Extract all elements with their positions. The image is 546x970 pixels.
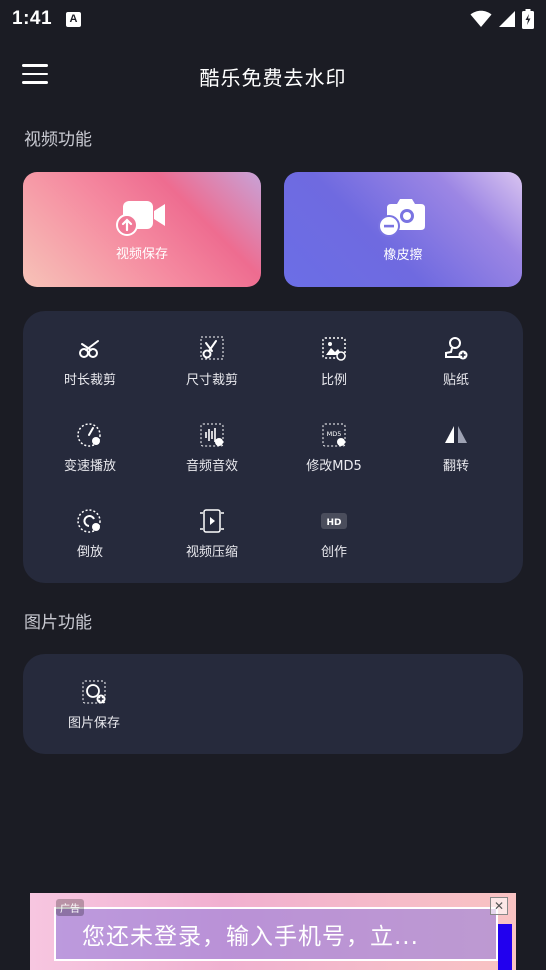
size-scissors-icon	[200, 336, 224, 360]
video-section-title: 视频功能	[24, 130, 92, 150]
video-save-card[interactable]: 视频保存	[23, 172, 261, 287]
tool-speed[interactable]: 变速播放	[35, 421, 145, 491]
flip-icon	[445, 426, 467, 443]
tool-label: 音频音效	[185, 459, 238, 474]
eraser-card[interactable]: 橡皮擦	[284, 172, 522, 287]
video-camera-upload-icon	[116, 201, 165, 236]
tool-sticker[interactable]: 贴纸	[401, 335, 511, 405]
image-save-icon	[82, 680, 106, 704]
wifi-icon	[470, 10, 492, 27]
ad-decoration	[498, 924, 512, 970]
tool-video-compress[interactable]: 视频压缩	[157, 507, 267, 577]
scissors-icon	[79, 340, 99, 358]
ad-text: 您还未登录，输入手机号，立...	[82, 924, 419, 950]
signal-icon	[499, 11, 515, 27]
tool-label: 倒放	[76, 545, 103, 560]
camera-minus-icon	[378, 199, 425, 237]
ad-banner[interactable]: 您还未登录，输入手机号，立... 广告 ✕	[30, 893, 516, 970]
svg-text:HD: HD	[326, 518, 341, 528]
tool-label: 修改MD5	[306, 459, 362, 474]
ad-content: 您还未登录，输入手机号，立...	[54, 907, 498, 961]
tool-label: 尺寸裁剪	[185, 373, 238, 388]
tool-reverse[interactable]: 倒放	[35, 507, 145, 577]
tool-duration-crop[interactable]: 时长裁剪	[35, 335, 145, 405]
svg-text:MD5: MD5	[327, 430, 342, 438]
image-tools-panel: 图片保存	[23, 654, 523, 754]
status-bar: 1:41 A	[0, 0, 546, 38]
eraser-label: 橡皮擦	[383, 248, 423, 263]
tool-flip[interactable]: 翻转	[401, 421, 511, 491]
video-compress-icon	[200, 509, 224, 533]
tool-label: 贴纸	[442, 373, 469, 388]
speed-gauge-icon	[77, 423, 101, 447]
close-icon[interactable]: ✕	[490, 897, 508, 915]
tool-md5[interactable]: MD5 修改MD5	[279, 421, 389, 491]
image-ratio-icon	[322, 337, 346, 361]
status-icons	[470, 9, 534, 29]
notification-icon: A	[66, 11, 82, 27]
tool-ratio[interactable]: 比例	[279, 335, 389, 405]
status-time: 1:41	[12, 8, 53, 29]
page-title: 酷乐免费去水印	[199, 66, 347, 90]
image-section-title: 图片功能	[24, 613, 92, 633]
ad-tag: 广告	[56, 899, 84, 916]
tool-label: 比例	[320, 373, 347, 388]
tool-label: 翻转	[442, 459, 469, 474]
video-tools-panel: 时长裁剪 尺寸裁剪 比例 贴纸 变速播放 音频音效 MD5 修改MD5 翻转 倒…	[23, 311, 523, 583]
tool-size-crop[interactable]: 尺寸裁剪	[157, 335, 267, 405]
tool-create[interactable]: HD 创作	[279, 507, 389, 577]
hd-icon: HD	[321, 513, 347, 529]
tool-label: 图片保存	[67, 716, 120, 731]
md5-icon: MD5	[322, 423, 346, 447]
video-save-label: 视频保存	[115, 247, 168, 262]
battery-icon	[522, 9, 534, 29]
tool-label: 变速播放	[63, 459, 116, 474]
stamp-icon	[445, 337, 468, 360]
tool-image-save[interactable]: 图片保存	[39, 678, 149, 748]
app-bar: 酷乐免费去水印	[0, 52, 546, 100]
audio-wave-icon	[200, 423, 224, 447]
tool-label: 创作	[320, 545, 347, 560]
tool-label: 时长裁剪	[63, 373, 116, 388]
reverse-icon	[77, 509, 101, 533]
tool-label: 视频压缩	[185, 545, 238, 560]
tool-audio[interactable]: 音频音效	[157, 421, 267, 491]
